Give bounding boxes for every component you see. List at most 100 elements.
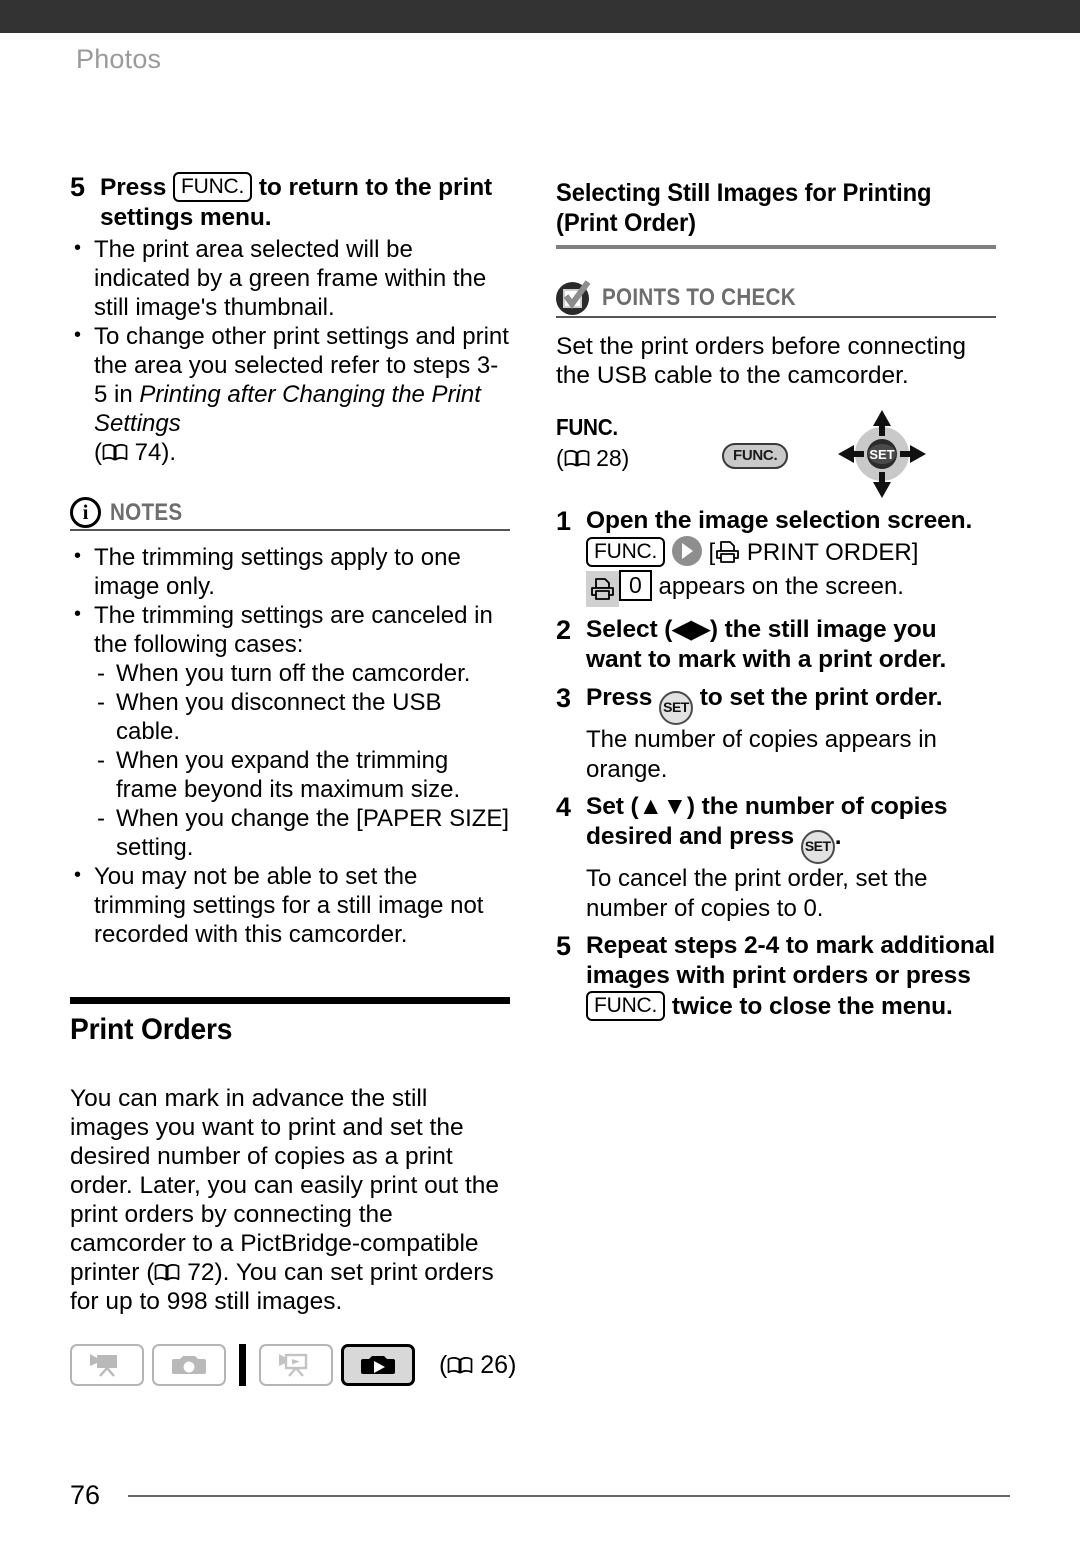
notes-sub-text: When you disconnect the USB cable. — [116, 689, 442, 745]
notes-list: The trimming settings apply to one image… — [70, 542, 510, 949]
print-orders-paragraph: You can mark in advance the still images… — [70, 1084, 510, 1316]
movie-camera-icon — [90, 1354, 117, 1377]
section-double-rule — [70, 997, 510, 1004]
notes-divider — [70, 529, 510, 531]
book-icon — [564, 450, 590, 467]
points-to-check-section: POINTS TO CHECK Set the print orders bef… — [556, 280, 996, 390]
right-step-5-block: 5 Repeat steps 2-4 to mark additional im… — [556, 931, 996, 1022]
step-sequence-tail: appears on the screen. — [658, 573, 904, 600]
page-number: 76 — [70, 1480, 101, 1510]
step-title-a: Press — [586, 684, 653, 711]
step-title: Set (▲▼) the number of copies desired an… — [586, 792, 996, 864]
up-down-arrows-icon: ▲▼ — [638, 793, 687, 820]
step-number: 2 — [556, 615, 572, 645]
left-column: 5 Press FUNC. to return to the print set… — [70, 172, 510, 1316]
step-number: 4 — [556, 792, 572, 822]
checkbox-check-icon — [556, 280, 593, 315]
mode-play-movie[interactable] — [259, 1344, 333, 1386]
right-step-4-block: 4 Set (▲▼) the number of copies desired … — [556, 792, 996, 923]
bracket-close: ] — [911, 539, 919, 566]
right-step-2-block: 2 Select (◀▶) the still image you want t… — [556, 615, 996, 675]
notes-sub-list: When you turn off the camcorder. When yo… — [94, 659, 510, 862]
step-title: Press FUNC. to return to the print setti… — [100, 172, 510, 233]
points-to-check-divider — [556, 316, 996, 318]
notes-item-text: The trimming settings apply to one image… — [94, 544, 461, 600]
print-orders-section: Print Orders You can mark in advance the… — [70, 997, 510, 1316]
svg-text:SET: SET — [869, 447, 894, 462]
step-sub-text: To cancel the print order, set the numbe… — [586, 865, 928, 922]
mode-camera-movie-record[interactable] — [70, 1344, 144, 1386]
notes-section: i NOTES The trimming settings apply to o… — [70, 497, 510, 949]
func-chip[interactable]: FUNC. — [586, 991, 666, 1021]
book-icon — [155, 1264, 180, 1281]
set-button-graphic[interactable]: SET — [658, 691, 693, 725]
points-to-check-header: POINTS TO CHECK — [556, 280, 996, 315]
mode-camera-photo-record[interactable] — [152, 1344, 226, 1386]
notes-sub-text: When you turn off the camcorder. — [116, 660, 471, 687]
step-title-prefix: Press — [100, 174, 167, 201]
menu-item-label: PRINT ORDER — [746, 539, 912, 566]
step-title-b: to set the print order. — [699, 684, 943, 711]
step-sequence: FUNC. [ PRINT ORDER] 0 appears on the sc… — [586, 536, 996, 607]
func-button-graphic[interactable]: FUNC. — [722, 443, 789, 469]
notes-sub-item: When you change the [PAPER SIZE] setting… — [94, 804, 510, 862]
right-heading-divider — [556, 245, 996, 249]
notes-label: NOTES — [110, 498, 183, 526]
movie-playback-icon — [279, 1353, 308, 1377]
step-title: Repeat steps 2-4 to mark additional imag… — [586, 931, 996, 1022]
notes-sub-item: When you expand the trimming frame beyon… — [94, 746, 510, 804]
set-button-graphic[interactable]: SET — [800, 830, 835, 864]
ref-close: ). — [161, 439, 177, 466]
bullet-item: To change other print settings and print… — [70, 321, 510, 467]
mode-row-page-reference: ( 26) — [439, 1351, 516, 1380]
info-circle-icon: i — [70, 497, 101, 528]
top-dark-bar — [0, 0, 1080, 33]
joystick-graphic[interactable]: SET — [834, 408, 930, 505]
book-icon — [447, 1356, 473, 1373]
notes-item-text: You may not be able to set the trimming … — [94, 863, 484, 948]
paragraph-ref-page: 72 — [187, 1259, 215, 1286]
copies-count-box: 0 — [619, 570, 652, 601]
notes-item: The trimming settings are canceled in th… — [70, 600, 510, 862]
bracket-open: [ — [708, 539, 716, 566]
step-number: 1 — [556, 506, 572, 536]
notes-item-text: The trimming settings are canceled in th… — [94, 602, 493, 658]
ref-open: ( — [439, 1350, 448, 1379]
step-title: Select (◀▶) the still image you want to … — [586, 615, 996, 675]
page-footer: 76 — [70, 1480, 1010, 1511]
ref-page-number: 26 — [480, 1350, 509, 1379]
step-title-c: . — [834, 823, 842, 850]
func-chip[interactable]: FUNC. — [586, 537, 666, 567]
section-heading: Print Orders — [70, 1013, 233, 1046]
step-5-bullets: The print area selected will be indicate… — [70, 234, 510, 467]
step-title: Press SET to set the print order. — [586, 683, 996, 725]
points-to-check-text: Set the print orders before connecting t… — [556, 333, 966, 389]
photo-camera-icon — [172, 1356, 206, 1374]
ref-close: ) — [508, 1350, 517, 1379]
notes-sub-item: When you turn off the camcorder. — [94, 659, 510, 688]
func-chip[interactable]: FUNC. — [172, 172, 253, 202]
heading-line-1: Selecting Still Images for Printing — [556, 179, 932, 207]
ref-open: ( — [94, 439, 102, 466]
print-order-indicator-icon — [586, 571, 619, 607]
left-right-arrows-icon: ◀▶ — [672, 616, 710, 643]
ref-open: ( — [556, 445, 564, 471]
mode-play-photo[interactable] — [341, 1344, 415, 1386]
bullet-italic-title: Printing after Changing the Print Settin… — [94, 381, 481, 437]
bullet-text: The print area selected will be indicate… — [94, 236, 487, 321]
step-title-b: twice to close the menu. — [671, 993, 953, 1020]
right-column: Selecting Still Images for Printing (Pri… — [556, 178, 996, 1024]
step-number: 5 — [70, 172, 86, 202]
printer-icon — [716, 541, 740, 563]
step-number: 5 — [556, 931, 572, 961]
operating-modes-row: ( 26) — [70, 1344, 516, 1386]
paragraph-text-a: You can mark in advance the still images… — [70, 1085, 500, 1286]
step-title-a: Select ( — [586, 616, 673, 643]
step-5-block: 5 Press FUNC. to return to the print set… — [70, 172, 510, 233]
mode-group-divider — [239, 1344, 246, 1386]
step-title-a: Repeat steps 2-4 to mark additional imag… — [586, 932, 996, 989]
notes-item: The trimming settings apply to one image… — [70, 542, 510, 601]
points-to-check-label: POINTS TO CHECK — [602, 284, 796, 311]
notes-sub-text: When you expand the trimming frame beyon… — [116, 747, 461, 803]
chevron-right-icon — [671, 536, 702, 566]
